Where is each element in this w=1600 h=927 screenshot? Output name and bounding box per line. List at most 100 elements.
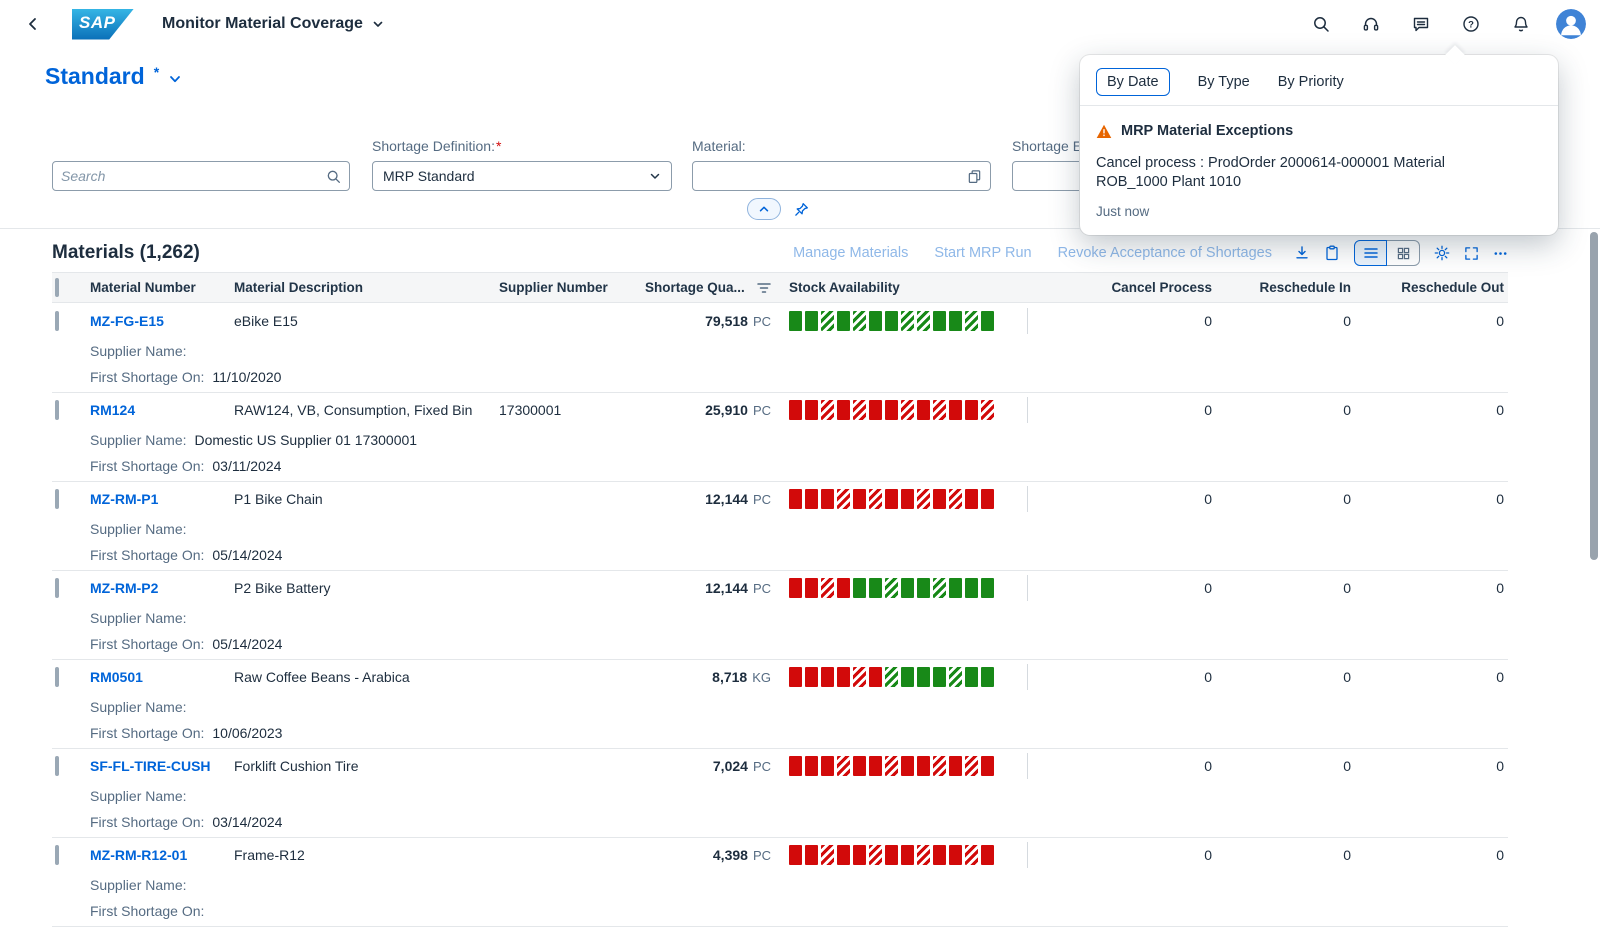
feedback-button[interactable] [1402,5,1440,43]
notifications-button[interactable] [1502,5,1540,43]
table-row[interactable]: MZ-RM-P1 P1 Bike Chain 12,144 PC 0 0 0 [52,482,1508,516]
shortage-quantity: 79,518 PC [639,313,775,329]
stock-segment [949,400,962,420]
expand-button[interactable] [1464,246,1479,261]
notification-message: Cancel process : ProdOrder 2000614-00000… [1096,154,1454,193]
material-number-link[interactable]: SF-FL-TIRE-CUSH [90,758,211,774]
first-shortage-value: 03/14/2024 [212,814,282,830]
paste-button[interactable] [1324,245,1340,261]
table-row[interactable]: SF-FL-TIRE-CUSH Forklift Cushion Tire 7,… [52,749,1508,783]
col-material-description[interactable]: Material Description [234,280,499,295]
table-row[interactable]: RM124 RAW124, VB, Consumption, Fixed Bin… [52,393,1508,427]
expand-icon [1464,246,1479,261]
required-marker: * [496,138,501,154]
settings-button[interactable] [1434,245,1450,261]
vertical-scrollbar[interactable] [1590,232,1598,560]
back-button[interactable] [14,5,52,43]
material-number-link[interactable]: RM124 [90,402,135,418]
col-supplier-number[interactable]: Supplier Number [499,280,639,295]
search-icon[interactable] [322,169,349,184]
reschedule-out-value: 0 [1355,491,1508,507]
row-checkbox[interactable] [55,489,59,509]
material-number-link[interactable]: MZ-RM-P1 [90,491,158,507]
collapse-filterbar-button[interactable] [747,198,781,220]
more-button[interactable] [1493,246,1508,261]
stock-segment [837,667,850,687]
material-description: Raw Coffee Beans - Arabica [234,669,499,685]
supplier-name-row: Supplier Name: [52,605,1508,631]
supplier-name-row: Supplier Name: Domestic US Supplier 01 1… [52,427,1508,453]
search-input[interactable] [53,162,322,190]
shortage-definition-select[interactable]: MRP Standard [372,161,672,191]
material-row-group: MZ-RM-P2 P2 Bike Battery 12,144 PC 0 0 0… [52,571,1508,660]
stock-segment [917,489,930,509]
materials-toolbar: Materials (1,262) Manage Materials Start… [52,236,1508,270]
pin-filterbar-button[interactable] [786,198,816,220]
svg-text:?: ? [1468,19,1474,30]
col-cancel-process[interactable]: Cancel Process [1030,280,1216,295]
cancel-process-value: 0 [1030,669,1216,685]
row-checkbox[interactable] [55,578,59,598]
col-material-number[interactable]: Material Number [90,280,234,295]
tab-by-type[interactable]: By Type [1198,69,1250,95]
material-number-link[interactable]: MZ-FG-E15 [90,313,164,329]
col-shortage-quantity[interactable]: Shortage Qua... [639,280,775,295]
reschedule-in-value: 0 [1216,402,1355,418]
material-number-link[interactable]: MZ-RM-R12-01 [90,847,187,863]
stock-segment [837,311,850,331]
help-button[interactable]: ? [1452,5,1490,43]
tab-by-date[interactable]: By Date [1096,68,1170,96]
chart-view-button[interactable] [1387,240,1420,266]
row-checkbox[interactable] [55,400,59,420]
cancel-process-value: 0 [1030,402,1216,418]
material-row-group: MZ-FG-E15 eBike E15 79,518 PC 0 0 0 Supp… [52,304,1508,393]
stock-segment [981,578,994,598]
stock-segment [981,489,994,509]
tab-by-priority[interactable]: By Priority [1278,69,1344,95]
table-row[interactable]: MZ-FG-E15 eBike E15 79,518 PC 0 0 0 [52,304,1508,338]
manage-materials-button[interactable]: Manage Materials [793,245,908,261]
support-button[interactable] [1352,5,1390,43]
material-number-link[interactable]: RM0501 [90,669,143,685]
sap-logo[interactable]: SAP [72,9,134,40]
unit: PC [753,848,771,863]
stock-availability-cell [775,482,1030,516]
table-row[interactable]: RM0501 Raw Coffee Beans - Arabica 8,718 … [52,660,1508,694]
variant-selector[interactable]: Standard * [45,63,182,90]
shortage-quantity: 12,144 PC [639,580,775,596]
stock-segment [885,400,898,420]
stock-segment [917,578,930,598]
reschedule-out-value: 0 [1355,313,1508,329]
material-description: Frame-R12 [234,847,499,863]
export-button[interactable] [1294,245,1310,261]
table-row[interactable]: MZ-RM-R12-01 Frame-R12 4,398 PC 0 0 0 [52,838,1508,872]
stock-segment [789,845,802,865]
notification-item[interactable]: MRP Material Exceptions Cancel process :… [1080,106,1558,235]
col-reschedule-in[interactable]: Reschedule In [1216,280,1355,295]
notification-title: MRP Material Exceptions [1121,123,1293,139]
table-row[interactable]: MZ-RM-P2 P2 Bike Battery 12,144 PC 0 0 0 [52,571,1508,605]
revoke-acceptance-button[interactable]: Revoke Acceptance of Shortages [1058,245,1272,261]
material-number-link[interactable]: MZ-RM-P2 [90,580,158,596]
select-all-checkbox[interactable] [55,278,59,297]
stock-segment [917,845,930,865]
user-avatar-button[interactable] [1552,5,1590,43]
start-mrp-run-button[interactable]: Start MRP Run [934,245,1031,261]
stock-segment [933,311,946,331]
value-help-icon[interactable] [963,169,990,184]
col-stock-availability[interactable]: Stock Availability [775,280,1030,295]
row-checkbox[interactable] [55,667,59,687]
row-checkbox[interactable] [55,845,59,865]
row-checkbox[interactable] [55,756,59,776]
search-button[interactable] [1302,5,1340,43]
col-reschedule-out[interactable]: Reschedule Out [1355,280,1508,295]
row-checkbox[interactable] [55,311,59,331]
material-input[interactable] [693,162,963,190]
list-view-button[interactable] [1354,240,1387,266]
filter-icon[interactable] [757,282,771,294]
app-title-menu[interactable]: Monitor Material Coverage [162,15,384,33]
question-mark-icon: ? [1462,15,1480,33]
shortage-quantity: 4,398 PC [639,847,775,863]
stock-segment [917,667,930,687]
cancel-process-value: 0 [1030,491,1216,507]
